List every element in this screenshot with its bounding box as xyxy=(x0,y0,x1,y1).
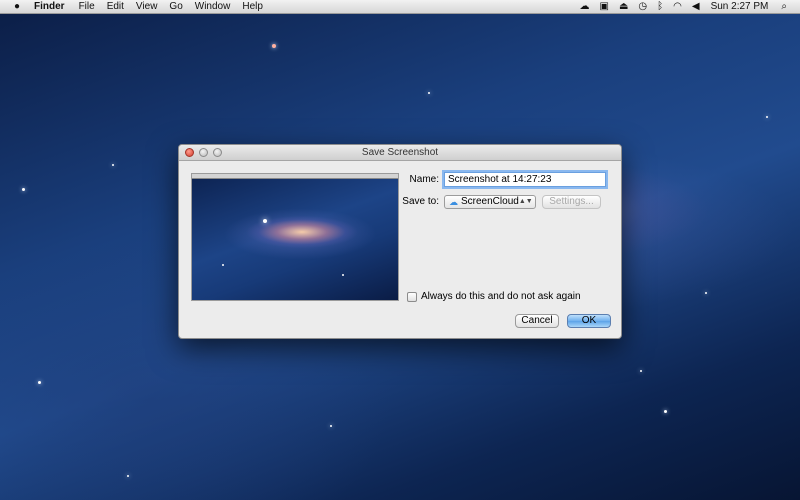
always-checkbox[interactable] xyxy=(407,291,417,302)
preview-star xyxy=(222,264,224,266)
desktop-star xyxy=(664,410,667,413)
menu-view[interactable]: View xyxy=(136,1,158,12)
menu-edit[interactable]: Edit xyxy=(107,1,124,12)
menu-go[interactable]: Go xyxy=(169,1,182,12)
status-area: ☁ ▣ ⏏ ◷ ᛒ ◠ ◀ Sun 2:27 PM ⌕ xyxy=(575,0,800,14)
ok-button[interactable]: OK xyxy=(567,314,611,328)
time-machine-icon[interactable]: ◷ xyxy=(638,0,647,14)
desktop-star xyxy=(705,292,707,294)
desktop-star xyxy=(640,370,642,372)
screenshot-preview xyxy=(191,173,399,301)
search-icon[interactable]: ⌕ xyxy=(781,0,787,14)
dialog-titlebar[interactable]: Save Screenshot xyxy=(179,145,621,161)
name-label: Name: xyxy=(409,174,439,185)
menu-clock[interactable]: Sun 2:27 PM xyxy=(711,1,769,12)
always-checkbox-label: Always do this and do not ask again xyxy=(421,291,581,302)
desktop-star xyxy=(127,475,129,477)
chevron-updown-icon: ▲▼ xyxy=(518,198,533,205)
wifi-icon[interactable]: ◠ xyxy=(673,0,682,14)
menu-window[interactable]: Window xyxy=(195,1,231,12)
bluetooth-icon[interactable]: ᛒ xyxy=(657,0,663,14)
eject-icon[interactable]: ⏏ xyxy=(619,0,628,14)
menu-app-name[interactable]: Finder xyxy=(34,1,65,12)
menu-bar: ● Finder File Edit View Go Window Help ☁… xyxy=(0,0,800,14)
save-screenshot-dialog: Save Screenshot Name: Save to: ☁ ScreenC… xyxy=(178,144,622,339)
save-to-select[interactable]: ☁ ScreenCloud ▲▼ xyxy=(444,195,536,209)
name-input[interactable] xyxy=(444,172,606,187)
desktop-star xyxy=(22,188,25,191)
window-controls xyxy=(185,148,227,157)
desktop-star xyxy=(38,381,41,384)
close-window-button[interactable] xyxy=(185,148,194,157)
settings-button[interactable]: Settings... xyxy=(542,195,601,209)
a-box-icon[interactable]: ▣ xyxy=(600,0,609,14)
minimize-window-button[interactable] xyxy=(199,148,208,157)
cloud-icon: ☁ xyxy=(449,197,458,207)
always-checkbox-row[interactable]: Always do this and do not ask again xyxy=(407,291,581,302)
zoom-window-button[interactable] xyxy=(213,148,222,157)
volume-icon[interactable]: ◀ xyxy=(692,0,700,14)
menu-file[interactable]: File xyxy=(79,1,95,12)
desktop-star xyxy=(272,44,276,48)
cancel-button[interactable]: Cancel xyxy=(515,314,559,328)
preview-star xyxy=(263,219,267,223)
screencloud-icon[interactable]: ☁ xyxy=(580,0,590,14)
desktop-star xyxy=(766,116,768,118)
desktop-star xyxy=(112,164,114,166)
apple-icon[interactable]: ● xyxy=(6,1,28,12)
dialog-title: Save Screenshot xyxy=(361,147,439,158)
menu-help[interactable]: Help xyxy=(242,1,263,12)
save-to-label: Save to: xyxy=(402,196,439,207)
desktop-star xyxy=(428,92,430,94)
preview-star xyxy=(342,274,344,276)
desktop-star xyxy=(330,425,332,427)
save-to-value: ScreenCloud xyxy=(461,196,519,207)
